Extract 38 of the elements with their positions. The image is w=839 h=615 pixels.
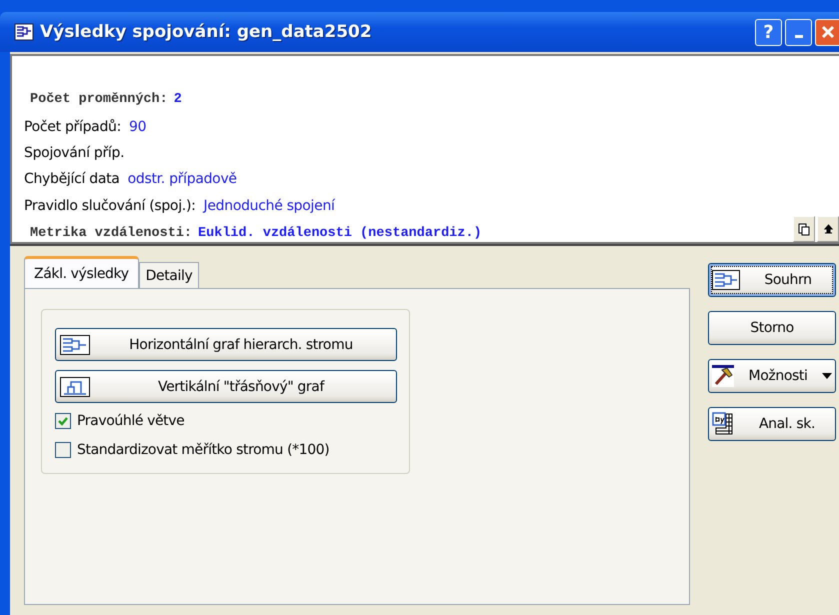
- help-button[interactable]: ?: [755, 18, 782, 46]
- tab[interactable]: Detaily: [138, 262, 200, 288]
- minimize-button[interactable]: [785, 18, 812, 46]
- horizontal-tree-icon: [60, 334, 90, 354]
- copy-icon: [798, 222, 810, 236]
- summary-label: Počet proměnných:: [30, 91, 168, 109]
- summary-label: Metrika vzdálenosti:: [30, 225, 192, 243]
- close-icon: [820, 25, 834, 39]
- vertical-tree-icon: [60, 376, 90, 396]
- expand-button[interactable]: [817, 216, 839, 242]
- summary-label: Spojování příp.: [24, 144, 124, 163]
- up-arrow-icon: [824, 224, 832, 234]
- hammer-icon: [712, 365, 734, 387]
- graph-button[interactable]: Vertikální "třásňový" graf: [55, 370, 397, 403]
- side-button[interactable]: Možnosti: [708, 359, 836, 393]
- summary-label: Chybějící data: [24, 170, 120, 189]
- checkbox[interactable]: [55, 442, 71, 458]
- summary-value: odstr. případově: [128, 170, 237, 189]
- close-button[interactable]: [815, 18, 839, 46]
- summary-value: 2: [174, 91, 182, 109]
- window-title: Výsledky spojování: gen_data2502: [40, 22, 372, 42]
- tree-diagram-icon: [14, 23, 34, 41]
- checkbox-option[interactable]: Standardizovat měřítko stromu (*100): [55, 439, 397, 461]
- tree-diagram-icon: [712, 270, 740, 290]
- checkbox[interactable]: [55, 413, 71, 429]
- summary-value: 90: [129, 118, 146, 137]
- minimize-icon: [794, 34, 802, 38]
- summary-value: Euklid. vzdálenosti (nestandardiz.): [198, 225, 482, 243]
- side-button[interactable]: Anal. sk.: [708, 407, 836, 441]
- copy-button[interactable]: [793, 216, 815, 242]
- side-button[interactable]: Souhrn: [708, 263, 836, 297]
- tab[interactable]: Zákl. výsledky: [24, 256, 139, 288]
- summary-value: Jednoduché spojení: [204, 197, 335, 216]
- graph-button[interactable]: Horizontální graf hierarch. stromu: [55, 328, 397, 361]
- side-button[interactable]: Storno: [708, 311, 836, 345]
- summary-label: Počet případů:: [24, 118, 122, 137]
- summary-label: Pravidlo slučování (spoj.):: [24, 197, 196, 216]
- checkbox-option[interactable]: Pravoúhlé větve: [55, 410, 397, 432]
